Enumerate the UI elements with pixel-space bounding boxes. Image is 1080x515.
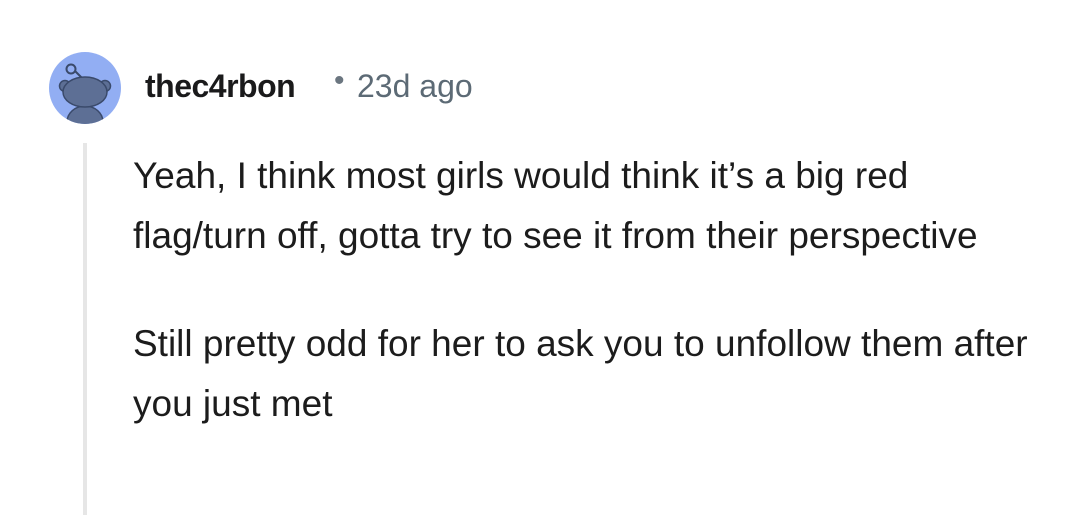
comment-paragraph: Yeah, I think most girls would think it’… [133,155,978,256]
avatar[interactable] [49,52,121,124]
comment-author[interactable]: thec4rbon [145,68,296,105]
thread-line[interactable] [83,143,87,515]
comment: thec4rbon • 23d ago Yeah, I think most g… [0,0,1080,515]
comment-paragraph: Still pretty odd for her to ask you to u… [133,323,1028,424]
comment-timestamp[interactable]: 23d ago [357,68,473,105]
comment-body: Yeah, I think most girls would think it’… [133,146,1033,482]
reddit-snoo-avatar-icon [58,63,112,124]
meta-separator: • [334,64,345,97]
